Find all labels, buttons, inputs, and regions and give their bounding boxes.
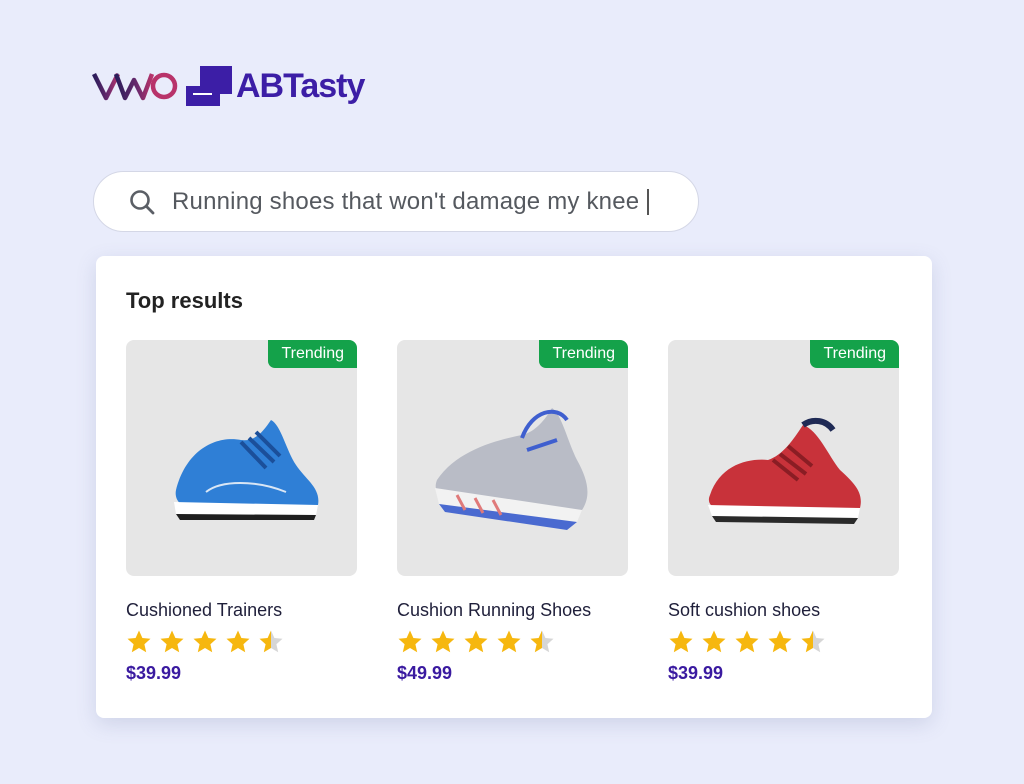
star-full-icon (768, 630, 792, 653)
product-card[interactable]: Trending Cushioned Trainers $39.99 (126, 340, 357, 684)
trending-badge: Trending (268, 340, 357, 368)
vwo-logo (92, 72, 178, 101)
abtasty-mark-icon (186, 66, 232, 106)
product-card[interactable]: Trending Soft cushion shoes $39.99 (668, 340, 899, 684)
product-name[interactable]: Cushion Running Shoes (397, 600, 628, 621)
results-title: Top results (126, 288, 243, 313)
product-image[interactable]: Trending (668, 340, 899, 576)
brand-logos: ABTasty (92, 62, 365, 110)
product-image[interactable]: Trending (397, 340, 628, 576)
star-full-icon (193, 630, 217, 653)
shoe-image (174, 420, 319, 520)
star-full-icon (398, 630, 422, 653)
star-full-icon (160, 630, 184, 653)
text-caret (647, 189, 650, 216)
product-price: $39.99 (668, 663, 724, 683)
star-half-icon (530, 630, 554, 653)
star-full-icon (735, 630, 759, 653)
star-full-icon (702, 630, 726, 653)
star-rating (397, 629, 628, 655)
search-icon[interactable] (128, 188, 156, 216)
star-full-icon (497, 630, 521, 653)
star-full-icon (226, 630, 250, 653)
abtasty-wordmark: ABTasty (236, 66, 365, 105)
star-full-icon (669, 630, 693, 653)
star-full-icon (464, 630, 488, 653)
product-price: $39.99 (126, 663, 182, 683)
star-half-icon (259, 630, 283, 653)
results-panel: Top results Trending Cushioned Trainers … (96, 256, 932, 718)
star-half-icon (801, 630, 825, 653)
star-rating (668, 629, 899, 655)
product-price: $49.99 (397, 663, 453, 683)
product-image[interactable]: Trending (126, 340, 357, 576)
search-bar[interactable]: Running shoes that won't damage my knee (93, 171, 699, 232)
shoe-image (708, 417, 861, 524)
star-full-icon (431, 630, 455, 653)
search-query-text: Running shoes that won't damage my knee (172, 187, 640, 215)
search-input[interactable]: Running shoes that won't damage my knee (172, 187, 650, 216)
shoe-image (435, 408, 588, 530)
star-full-icon (127, 630, 151, 653)
star-rating (126, 629, 357, 655)
trending-badge: Trending (539, 340, 628, 368)
product-name[interactable]: Cushioned Trainers (126, 600, 357, 621)
trending-badge: Trending (810, 340, 899, 368)
product-name[interactable]: Soft cushion shoes (668, 600, 899, 621)
product-card[interactable]: Trending Cushion Running Shoes $49.99 (397, 340, 628, 684)
